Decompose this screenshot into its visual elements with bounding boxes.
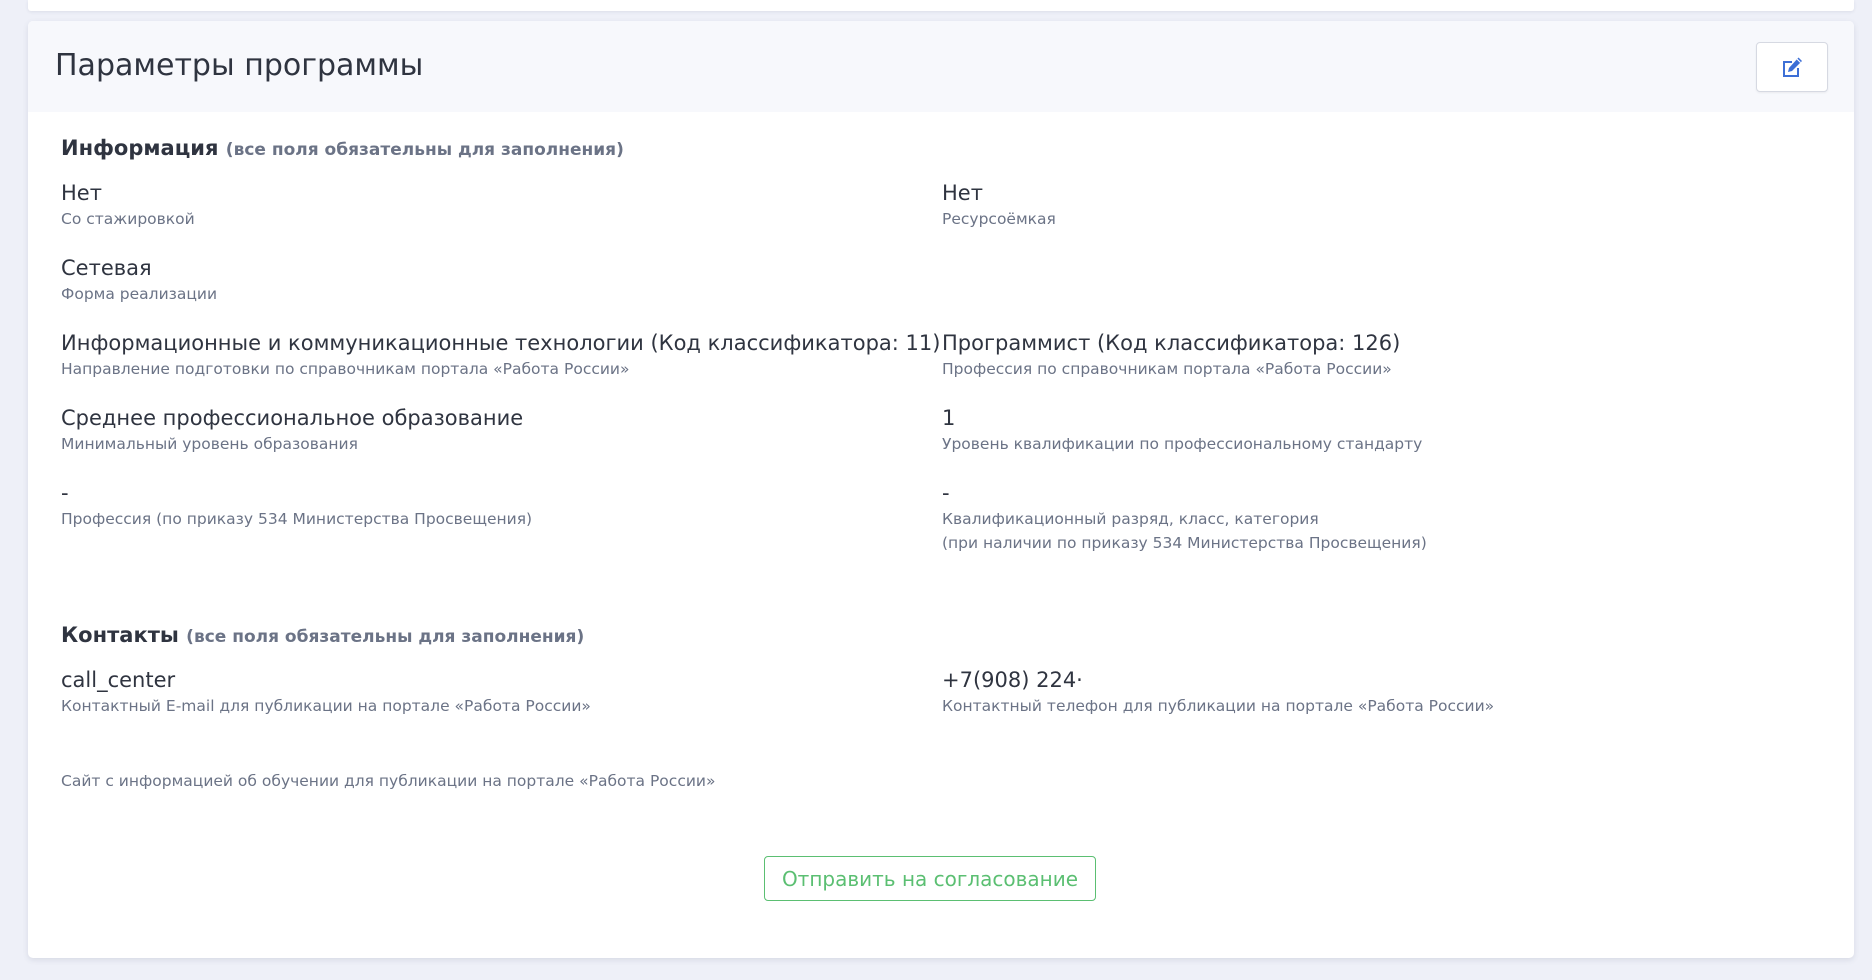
info-section-note: (все поля обязательны для заполнения) [225, 140, 624, 160]
field-value: - [61, 481, 69, 505]
field-value: Программист (Код классификатора: 126) [942, 331, 1401, 355]
field-contact-phone: +7(908) 224· Контактный телефон для публ… [942, 666, 1494, 718]
card-header: Параметры программы [28, 21, 1854, 112]
field-value [61, 741, 715, 769]
contacts-section-note: (все поля обязательны для заполнения) [186, 627, 585, 647]
field-label: Квалификационный разряд, класс, категори… [942, 510, 1319, 528]
submit-for-approval-button[interactable]: Отправить на согласование [764, 856, 1096, 901]
field-label-secondary: (при наличии по приказу 534 Министерства… [942, 534, 1427, 552]
field-label: Контактный телефон для публикации на пор… [942, 697, 1495, 715]
field-value: Среднее профессиональное образование [61, 406, 524, 430]
field-profession-534: - Профессия (по приказу 534 Министерства… [61, 479, 532, 531]
field-education-level: Среднее профессиональное образование Мин… [61, 404, 523, 456]
field-value: +7(908) 224· [942, 668, 1083, 692]
field-qualification-level: 1 Уровень квалификации по профессиональн… [942, 404, 1422, 456]
field-internship: Нет Со стажировкой [61, 179, 195, 231]
program-parameters-card: Параметры программы Информация (все поля… [28, 21, 1854, 958]
field-label: Форма реализации [61, 285, 218, 303]
edit-icon [1783, 57, 1802, 77]
field-value: 1 [942, 406, 956, 430]
field-value: Сетевая [61, 256, 152, 280]
field-label: Минимальный уровень образования [61, 435, 358, 453]
field-label: Направление подготовки по справочникам п… [61, 360, 630, 378]
page-title: Параметры программы [55, 48, 424, 83]
previous-card-edge [28, 0, 1854, 11]
field-training-direction: Информационные и коммуникационные технол… [61, 329, 940, 381]
field-resource-intensive: Нет Ресурсоёмкая [942, 179, 1056, 231]
field-qualification-rank: - Квалификационный разряд, класс, катего… [942, 479, 1427, 555]
field-implementation-form: Сетевая Форма реализации [61, 254, 217, 306]
field-label: Сайт с информацией об обучении для публи… [61, 772, 716, 790]
edit-button[interactable] [1756, 42, 1828, 92]
field-value: Нет [942, 181, 983, 205]
field-value: Информационные и коммуникационные технол… [61, 331, 941, 355]
field-label: Профессия (по приказу 534 Министерства П… [61, 510, 533, 528]
info-section-heading: Информация [61, 136, 219, 160]
field-label: Контактный E-mail для публикации на порт… [61, 697, 591, 715]
field-label: Профессия по справочникам портала «Работ… [942, 360, 1392, 378]
field-label: Уровень квалификации по профессиональном… [942, 435, 1423, 453]
field-label: Ресурсоёмкая [942, 210, 1056, 228]
field-value: - [942, 481, 950, 505]
field-profession: Программист (Код классификатора: 126) Пр… [942, 329, 1400, 381]
field-value: call_center [61, 668, 176, 692]
info-section-title: Информация (все поля обязательны для зап… [61, 136, 624, 160]
field-value: Нет [61, 181, 102, 205]
field-label: Со стажировкой [61, 210, 195, 228]
contacts-section-heading: Контакты [61, 623, 179, 647]
field-contact-email: call_center Контактный E-mail для публик… [61, 666, 591, 718]
contacts-section-title: Контакты (все поля обязательны для запол… [61, 623, 584, 647]
field-training-website: Сайт с информацией об обучении для публи… [61, 741, 715, 793]
